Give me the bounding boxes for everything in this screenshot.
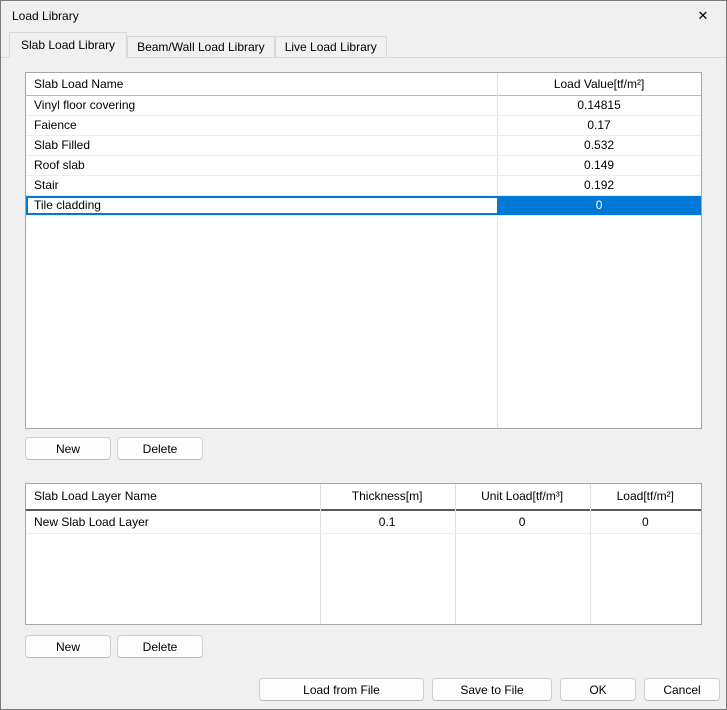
- table-row[interactable]: Roof slab0.149: [26, 156, 701, 176]
- unit-load-cell[interactable]: 0: [455, 511, 590, 533]
- tab-beam-wall-load-library[interactable]: Beam/Wall Load Library: [127, 36, 275, 58]
- slab-load-name-cell[interactable]: Stair: [26, 176, 497, 195]
- load-value-cell[interactable]: 0.14815: [497, 96, 701, 115]
- slab-load-name-cell[interactable]: Faience: [26, 116, 497, 135]
- column-divider: [455, 484, 456, 624]
- layer-delete-button[interactable]: Delete: [117, 635, 203, 658]
- slab-table-header: Slab Load Name Load Value[tf/m²]: [26, 73, 701, 96]
- tab-bar: Slab Load LibraryBeam/Wall Load LibraryL…: [1, 31, 726, 58]
- load-value-header: Load Value[tf/m²]: [497, 73, 701, 95]
- slab-load-layer-table: Slab Load Layer Name Thickness[m] Unit L…: [25, 483, 702, 625]
- load-value-cell[interactable]: 0.17: [497, 116, 701, 135]
- table-row[interactable]: Faience0.17: [26, 116, 701, 136]
- table-row[interactable]: Stair0.192: [26, 176, 701, 196]
- load-library-dialog: Load Library ✕ Slab Load LibraryBeam/Wal…: [0, 0, 727, 710]
- load-value-cell[interactable]: 0: [497, 196, 701, 215]
- load-from-file-button[interactable]: Load from File: [259, 678, 424, 701]
- layer-table-buttons: New Delete: [25, 635, 702, 658]
- slab-new-button[interactable]: New: [25, 437, 111, 460]
- slab-load-name-cell[interactable]: Roof slab: [26, 156, 497, 175]
- layer-new-button[interactable]: New: [25, 635, 111, 658]
- window-title: Load Library: [1, 9, 79, 23]
- table-row[interactable]: Slab Filled0.532: [26, 136, 701, 156]
- cancel-button[interactable]: Cancel: [644, 678, 720, 701]
- thickness-cell[interactable]: 0.1: [320, 511, 455, 533]
- unit-load-header: Unit Load[tf/m³]: [455, 484, 590, 509]
- tab-page-slab-load-library: Slab Load Name Load Value[tf/m²] Vinyl f…: [1, 58, 726, 658]
- load-value-cell[interactable]: 0.192: [497, 176, 701, 195]
- table-row[interactable]: New Slab Load Layer0.100: [26, 511, 701, 534]
- slab-load-name-header: Slab Load Name: [26, 73, 497, 95]
- save-to-file-button[interactable]: Save to File: [432, 678, 552, 701]
- slab-load-name-cell[interactable]: Tile cladding: [26, 196, 497, 215]
- layer-name-cell[interactable]: New Slab Load Layer: [26, 511, 320, 533]
- tab-slab-load-library[interactable]: Slab Load Library: [9, 32, 127, 58]
- slab-load-name-cell[interactable]: Slab Filled: [26, 136, 497, 155]
- layer-table-body: New Slab Load Layer0.100: [26, 511, 701, 534]
- column-divider: [320, 484, 321, 624]
- load-value-cell[interactable]: 0.532: [497, 136, 701, 155]
- load-cell[interactable]: 0: [590, 511, 701, 533]
- load-value-cell[interactable]: 0.149: [497, 156, 701, 175]
- slab-delete-button[interactable]: Delete: [117, 437, 203, 460]
- layer-table-header: Slab Load Layer Name Thickness[m] Unit L…: [26, 484, 701, 511]
- slab-table-body: Vinyl floor covering0.14815Faience0.17Sl…: [26, 96, 701, 216]
- title-bar: Load Library ✕: [1, 1, 726, 31]
- table-row[interactable]: Vinyl floor covering0.14815: [26, 96, 701, 116]
- tab-live-load-library[interactable]: Live Load Library: [275, 36, 387, 58]
- thickness-header: Thickness[m]: [320, 484, 455, 509]
- column-divider: [590, 484, 591, 624]
- load-header: Load[tf/m²]: [590, 484, 701, 509]
- slab-load-table: Slab Load Name Load Value[tf/m²] Vinyl f…: [25, 72, 702, 429]
- ok-button[interactable]: OK: [560, 678, 636, 701]
- layer-name-header: Slab Load Layer Name: [26, 484, 320, 509]
- slab-table-buttons: New Delete: [25, 437, 702, 460]
- slab-load-name-cell[interactable]: Vinyl floor covering: [26, 96, 497, 115]
- footer-buttons: Load from File Save to File OK Cancel: [259, 678, 720, 701]
- close-icon[interactable]: ✕: [680, 1, 726, 31]
- table-row[interactable]: Tile cladding0: [26, 196, 701, 216]
